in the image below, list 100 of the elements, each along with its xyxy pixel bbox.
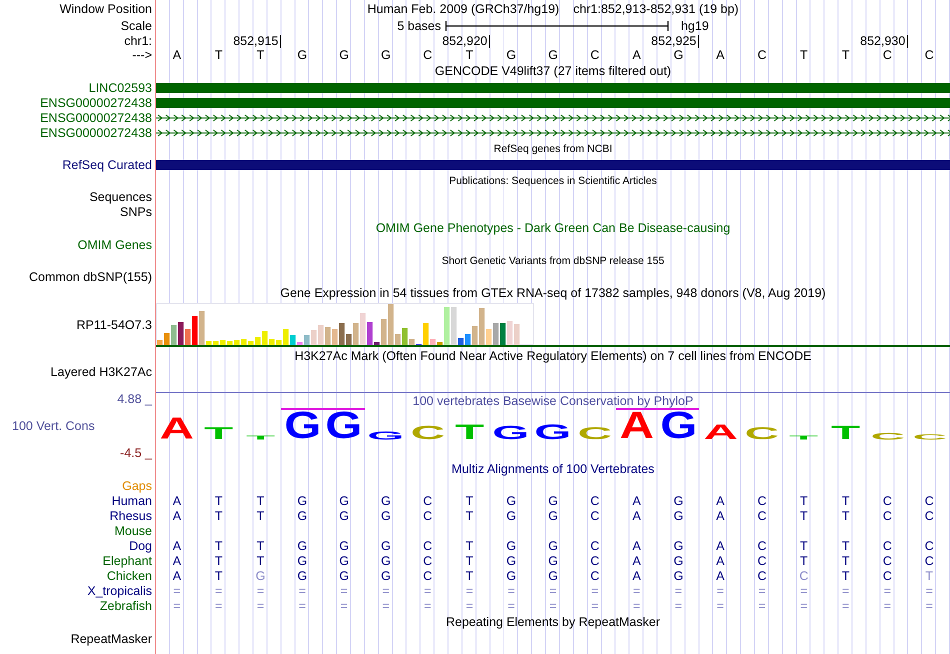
alignment-base: T — [464, 493, 474, 508]
alignment-base: T — [799, 508, 809, 523]
alignment-base: A — [715, 508, 726, 523]
base-letter: T — [256, 48, 266, 62]
alignment-base: C — [882, 493, 893, 508]
alignment-base: A — [715, 538, 726, 553]
track-title[interactable]: Multiz Alignments of 100 Vertebrates — [452, 462, 654, 476]
alignment-base: C — [589, 568, 600, 583]
alignment-base: = — [464, 583, 474, 598]
base-letter: T — [799, 48, 809, 62]
alignment-base: C — [882, 568, 893, 583]
alignment-base: C — [589, 553, 600, 568]
logo-letter: C — [744, 426, 780, 440]
logo-letter: G — [660, 412, 697, 440]
alignment-base: C — [882, 553, 893, 568]
track-label: Window Position — [60, 2, 152, 16]
alignment-base: T — [464, 553, 474, 568]
logo-letter: G — [534, 424, 572, 440]
gene-feature-bar[interactable] — [156, 160, 950, 170]
scale-bar-icon — [444, 20, 669, 32]
alignment-base: G — [338, 508, 350, 523]
alignment-base: = — [256, 583, 266, 598]
track-label: chr1: — [124, 34, 152, 48]
track-label: X_tropicalis — [87, 584, 152, 598]
track-label: ---> — [132, 48, 152, 62]
base-letter: T — [840, 48, 850, 62]
alignment-base: A — [715, 553, 726, 568]
alignment-base: G — [505, 553, 518, 568]
alignment-base: T — [256, 508, 266, 523]
alignment-base: = — [172, 583, 182, 598]
alignment-base: G — [338, 538, 350, 553]
base-letter: A — [172, 48, 182, 62]
alignment-base: G — [505, 508, 518, 523]
expression-bars-drawing[interactable] — [156, 303, 534, 345]
alignment-base: = — [423, 598, 432, 613]
base-letter: G — [338, 48, 350, 62]
alignment-base: C — [756, 493, 768, 508]
alignment-base: = — [674, 598, 684, 613]
alignment-base: C — [756, 553, 768, 568]
alignment-base: C — [422, 493, 434, 508]
track-label: 100 Vert. Cons — [11, 419, 96, 433]
alignment-base: C — [589, 538, 600, 553]
base-letter: G — [505, 48, 518, 62]
track-title[interactable]: Short Genetic Variants from dbSNP release 155 — [442, 254, 664, 266]
ruler-tick-label: 852,930 — [860, 34, 908, 48]
alignment-base: A — [172, 508, 182, 523]
track-label: SNPs — [120, 204, 152, 218]
alignment-base: G — [296, 568, 308, 583]
alignment-base: G — [672, 508, 684, 523]
alignment-base: = — [799, 583, 808, 598]
alignment-base: G — [547, 493, 559, 508]
track-title[interactable]: RefSeq genes from NCBI — [494, 142, 612, 154]
alignment-base: = — [298, 598, 307, 613]
alignment-base: T — [799, 538, 809, 553]
alignment-base: G — [547, 508, 559, 523]
base-letter: G — [296, 48, 308, 62]
alignment-base: = — [882, 583, 892, 598]
alignment-base: C — [924, 553, 935, 568]
track-title[interactable]: Gene Expression in 54 tissues from GTEx RNA-seq of 17382 samples, 948 donors (V8, Aug 2019) — [280, 286, 826, 300]
base-letter: G — [380, 48, 392, 62]
track-title[interactable]: Publications: Sequences in Scientific Articles — [449, 174, 657, 186]
alignment-base: A — [172, 568, 182, 583]
track-title[interactable]: H3K27Ac Mark (Often Found Near Active Regulatory Elements) on 7 cell lines from ENCODE — [294, 349, 812, 363]
logo-letter: T — [831, 426, 860, 440]
alignment-base: T — [256, 493, 266, 508]
alignment-base: G — [254, 568, 266, 583]
alignment-base: = — [590, 598, 600, 613]
alignment-base: G — [505, 538, 518, 553]
alignment-base: T — [799, 493, 809, 508]
alignment-base: = — [924, 598, 934, 613]
logo-letter: G — [284, 412, 321, 440]
gene-feature-bar[interactable] — [156, 82, 950, 92]
alignment-base: = — [716, 598, 725, 613]
axis-min-label: -4.5 _ — [119, 446, 152, 460]
alignment-base: C — [589, 508, 600, 523]
track-title[interactable]: OMIM Gene Phenotypes - Dark Green Can Be Disease-causing — [376, 221, 730, 235]
alignment-base: = — [464, 598, 474, 613]
track-label: Human — [112, 494, 152, 508]
alignment-base: = — [840, 598, 850, 613]
alignment-base: = — [924, 583, 934, 598]
base-letter: G — [547, 48, 559, 62]
alignment-base: A — [631, 553, 642, 568]
ruler-tick-label: 852,925 — [651, 34, 700, 48]
track-title[interactable]: Repeating Elements by RepeatMasker — [446, 615, 660, 629]
alignment-base: C — [798, 568, 810, 583]
alignment-base: G — [296, 538, 308, 553]
gene-feature-bar[interactable] — [156, 98, 950, 108]
track-title[interactable]: 100 vertebrates Basewise Conservation by PhyloP — [412, 393, 694, 408]
alignment-base: T — [840, 493, 850, 508]
alignment-base: T — [464, 538, 474, 553]
track-label: ENSG00000272438 — [40, 96, 152, 110]
alignment-base: = — [590, 583, 600, 598]
alignment-base: T — [256, 553, 266, 568]
alignment-base: T — [214, 538, 224, 553]
axis-max-label: 4.88 _ — [116, 392, 152, 406]
logo-letter: T — [454, 424, 484, 440]
alignment-base: C — [882, 538, 893, 553]
alignment-base: = — [882, 598, 892, 613]
alignment-base: T — [214, 553, 224, 568]
track-title[interactable]: GENCODE V49lift37 (27 items filtered out) — [434, 64, 672, 78]
